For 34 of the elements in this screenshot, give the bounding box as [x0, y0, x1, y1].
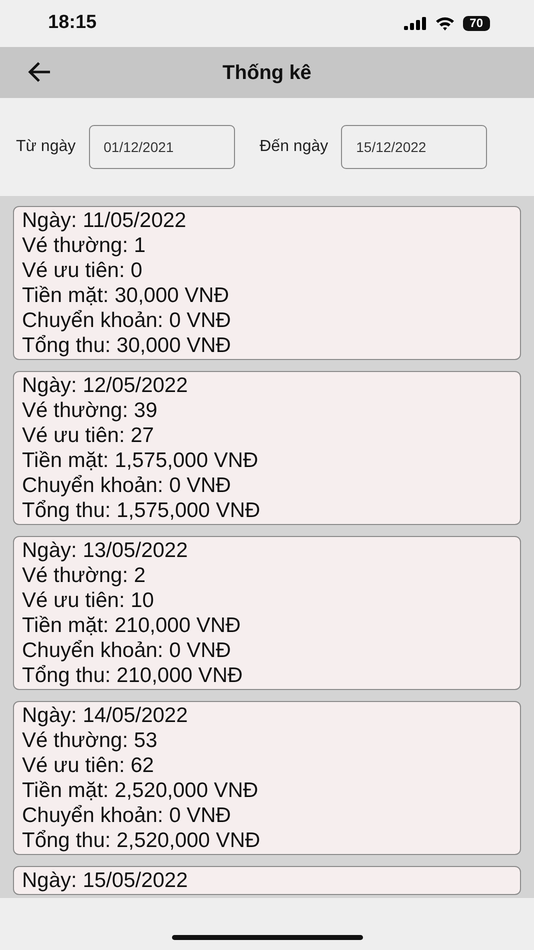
record-line: Tiền mặt: 2,520,000 VNĐ	[22, 778, 260, 803]
record-line: Ngày: 14/05/2022	[22, 703, 189, 728]
record-line: Tổng thu: 210,000 VNĐ	[22, 663, 244, 688]
record-line: Tiền mặt: 30,000 VNĐ	[22, 283, 230, 308]
record-line: Tổng thu: 30,000 VNĐ	[22, 333, 232, 358]
record-line: Ngày: 12/05/2022	[22, 373, 189, 398]
record-line: Ngày: 11/05/2022	[22, 208, 188, 233]
record-line: Tổng thu: 1,575,000 VNĐ	[22, 498, 262, 523]
record-line: Chuyển khoản: 0 VNĐ	[22, 803, 232, 828]
record-line: Chuyển khoản: 0 VNĐ	[22, 308, 232, 333]
record-line: Vé thường: 2	[22, 563, 147, 588]
record-line: Vé thường: 53	[22, 728, 158, 753]
page-title: Thống kê	[222, 60, 312, 86]
signal-icon	[404, 17, 427, 30]
record-line: Tiền mặt: 1,575,000 VNĐ	[22, 448, 260, 473]
record-line: Vé ưu tiên: 10	[22, 588, 155, 613]
record-line: Vé thường: 39	[22, 398, 158, 423]
battery-level: 70	[462, 16, 490, 31]
record-line: Tiền mặt: 210,000 VNĐ	[22, 613, 242, 638]
record-line: Vé ưu tiên: 27	[22, 423, 155, 448]
record-line: Vé ưu tiên: 62	[22, 753, 155, 778]
record-line: Vé thường: 1	[22, 233, 147, 258]
from-date-field[interactable]: 01/12/2021	[88, 125, 235, 169]
status-time: 18:15	[48, 11, 97, 36]
record-line: Chuyển khoản: 0 VNĐ	[22, 473, 232, 498]
to-date-label: Đến ngày	[260, 137, 328, 157]
record-line: Ngày: 15/05/2022	[22, 868, 189, 893]
record-line: Tổng thu: 2,520,000 VNĐ	[22, 828, 262, 853]
from-date-label: Từ ngày	[16, 137, 76, 157]
record-line: Ngày: 13/05/2022	[22, 538, 189, 563]
record-line: Vé ưu tiên: 0	[22, 258, 144, 283]
to-date-field[interactable]: 15/12/2022	[341, 125, 488, 169]
wifi-icon	[434, 16, 455, 31]
record-line: Chuyển khoản: 0 VNĐ	[22, 638, 232, 663]
